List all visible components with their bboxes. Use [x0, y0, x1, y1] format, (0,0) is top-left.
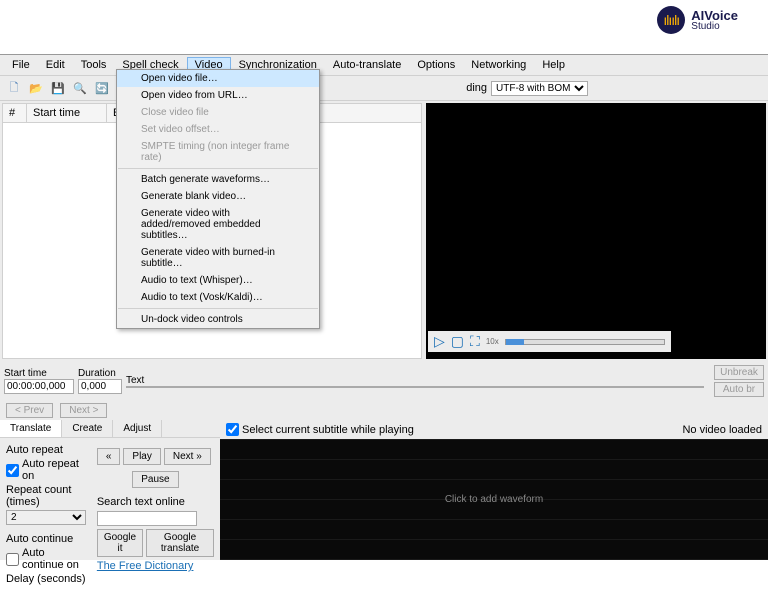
- menu-open-video-url[interactable]: Open video from URL…: [117, 87, 319, 104]
- duration-label: Duration: [78, 368, 122, 379]
- menu-smpte: SMPTE timing (non integer frame rate): [117, 138, 319, 166]
- encoding-select[interactable]: UTF-8 with BOM: [491, 81, 588, 96]
- prev-button[interactable]: < Prev: [6, 403, 53, 418]
- google-translate-button[interactable]: Google translate: [146, 529, 214, 557]
- auto-continue-title: Auto continue: [6, 533, 89, 545]
- pause-button[interactable]: Pause: [132, 471, 178, 488]
- repeat-count-label: Repeat count (times): [6, 484, 89, 508]
- text-input[interactable]: [126, 386, 704, 388]
- menu-networking[interactable]: Networking: [463, 57, 534, 73]
- video-preview[interactable]: [426, 103, 766, 359]
- autobr-button[interactable]: Auto br: [714, 382, 764, 397]
- bottom-area: Translate Create Adjust Auto repeat Auto…: [0, 420, 768, 560]
- playback-rate: 10x: [486, 337, 499, 346]
- waveform-area[interactable]: Click to add waveform: [220, 439, 768, 560]
- menu-whisper[interactable]: Audio to text (Whisper)…: [117, 272, 319, 289]
- menu-separator: [118, 168, 318, 169]
- menu-burned-subs[interactable]: Generate video with burned-in subtitle…: [117, 244, 319, 272]
- find-icon[interactable]: 🔍: [70, 78, 90, 98]
- logo-name: AIVoice: [691, 9, 738, 22]
- menu-embedded-subs[interactable]: Generate video with added/removed embedd…: [117, 205, 319, 244]
- back-button[interactable]: «: [97, 448, 121, 465]
- start-time-input[interactable]: [4, 379, 74, 394]
- fullscreen-icon[interactable]: ⛶: [470, 333, 480, 350]
- menu-separator: [118, 308, 318, 309]
- waveform-panel: Select current subtitle while playing No…: [220, 420, 768, 560]
- save-icon[interactable]: 💾: [48, 78, 68, 98]
- progress-bar[interactable]: [505, 339, 665, 345]
- search-label: Search text online: [97, 496, 214, 508]
- play-icon[interactable]: ▷: [434, 333, 445, 350]
- brand-logo: ılıılı AIVoice Studio: [657, 6, 738, 34]
- bottom-tabs: Translate Create Adjust: [0, 420, 220, 438]
- playback-controls: ▷ ▢ ⛶ 10x: [428, 331, 671, 352]
- encoding-label: ding: [466, 82, 487, 94]
- video-status: No video loaded: [682, 424, 762, 436]
- menu-blank-video[interactable]: Generate blank video…: [117, 188, 319, 205]
- replace-icon[interactable]: 🔄: [92, 78, 112, 98]
- menu-close-video: Close video file: [117, 104, 319, 121]
- menu-vosk[interactable]: Audio to text (Vosk/Kaldi)…: [117, 289, 319, 306]
- auto-repeat-title: Auto repeat: [6, 444, 89, 456]
- tab-translate[interactable]: Translate: [0, 420, 62, 437]
- start-time-label: Start time: [4, 368, 74, 379]
- tab-adjust[interactable]: Adjust: [113, 420, 162, 437]
- menu-batch-waveforms[interactable]: Batch generate waveforms…: [117, 171, 319, 188]
- next-play-button[interactable]: Next »: [164, 448, 211, 465]
- logo-icon: ılıılı: [657, 6, 685, 34]
- menu-autotranslate[interactable]: Auto-translate: [325, 57, 409, 73]
- col-start[interactable]: Start time: [27, 104, 107, 122]
- delay-label: Delay (seconds): [6, 573, 89, 585]
- menu-edit[interactable]: Edit: [38, 57, 73, 73]
- next-button[interactable]: Next >: [60, 403, 107, 418]
- text-label: Text: [126, 375, 704, 386]
- unbreak-button[interactable]: Unbreak: [714, 365, 764, 380]
- left-panel: Translate Create Adjust Auto repeat Auto…: [0, 420, 220, 560]
- nav-row: < Prev Next >: [0, 401, 768, 420]
- tab-create[interactable]: Create: [62, 420, 113, 437]
- video-menu-dropdown: Open video file… Open video from URL… Cl…: [116, 69, 320, 329]
- repeat-count-select[interactable]: 2: [6, 510, 86, 525]
- menu-set-offset: Set video offset…: [117, 121, 319, 138]
- free-dict-link[interactable]: The Free Dictionary: [97, 560, 214, 572]
- stop-icon[interactable]: ▢: [451, 333, 464, 350]
- app-window: File Edit Tools Spell check Video Synchr…: [0, 54, 768, 512]
- search-input[interactable]: [97, 511, 197, 526]
- auto-repeat-checkbox[interactable]: Auto repeat on: [6, 458, 89, 482]
- edit-row: Start time Duration Text Unbreak Auto br: [0, 361, 768, 401]
- menu-open-video-file[interactable]: Open video file…: [117, 70, 319, 87]
- menu-help[interactable]: Help: [534, 57, 573, 73]
- select-subtitle-checkbox[interactable]: Select current subtitle while playing: [226, 423, 414, 436]
- new-icon[interactable]: 🗋: [4, 78, 24, 98]
- auto-continue-checkbox[interactable]: Auto continue on: [6, 547, 89, 571]
- menu-file[interactable]: File: [4, 57, 38, 73]
- google-button[interactable]: Google it: [97, 529, 143, 557]
- menu-undock[interactable]: Un-dock video controls: [117, 311, 319, 328]
- duration-input[interactable]: [78, 379, 122, 394]
- menu-options[interactable]: Options: [409, 57, 463, 73]
- menu-tools[interactable]: Tools: [73, 57, 115, 73]
- open-icon[interactable]: 📂: [26, 78, 46, 98]
- play-button[interactable]: Play: [123, 448, 160, 465]
- logo-sub: Studio: [691, 22, 738, 32]
- col-num[interactable]: #: [3, 104, 27, 122]
